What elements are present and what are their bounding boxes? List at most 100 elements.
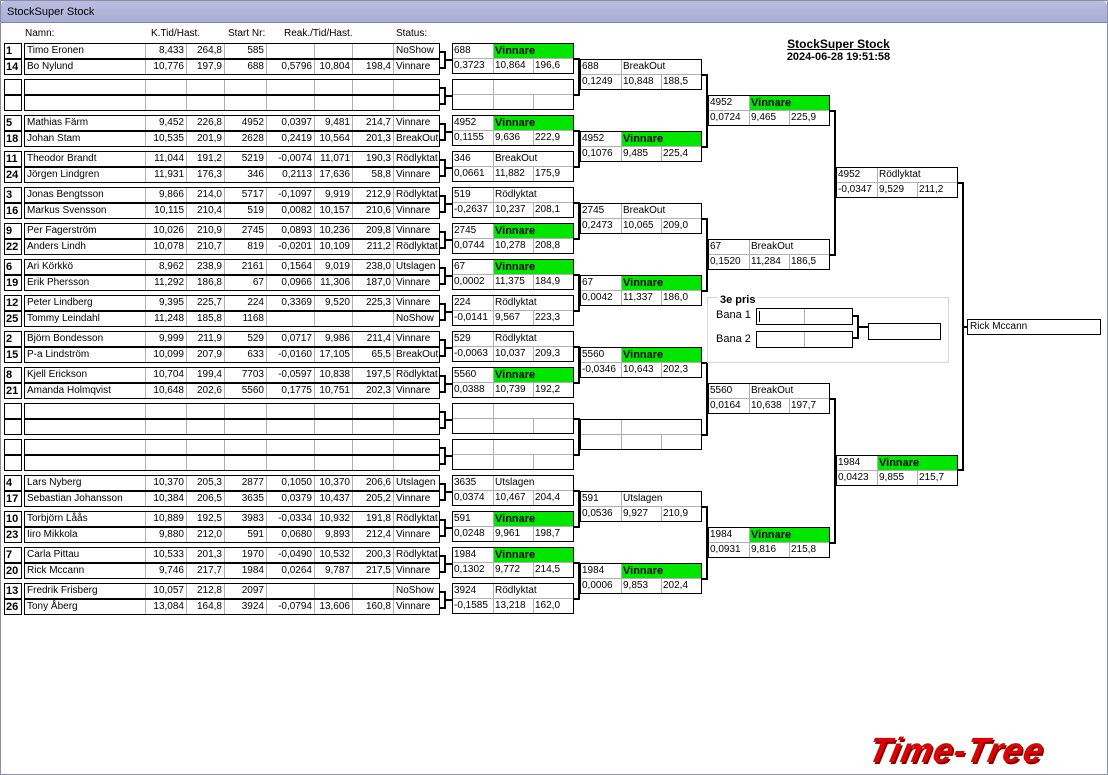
heat-status: Vinnare bbox=[621, 348, 701, 362]
entrant-row[interactable]: Iiro Mikkola 9,880 212,0 591 0,0680 9,893 212,… bbox=[24, 527, 440, 543]
seed-number: 5 bbox=[4, 115, 22, 131]
heat-result-box[interactable]: 4952 Vinnare 0,1155 9,636 222,9 bbox=[452, 115, 574, 146]
entrant-row[interactable]: Tommy Leindahl 11,248 185,8 1168 NoShow bbox=[24, 311, 440, 327]
qual-speed: 186,8 bbox=[186, 276, 224, 290]
heat-status: Utslagen bbox=[621, 492, 701, 506]
status: Vinnare bbox=[393, 60, 439, 74]
start-number: 1168 bbox=[224, 312, 266, 326]
heat-result-box[interactable]: 3924 Rödlyktat -0,1585 13,218 162,0 bbox=[452, 583, 574, 614]
qual-time: 8,433 bbox=[145, 44, 186, 58]
heat-result-box[interactable]: 2745 BreakOut 0,2473 10,065 209,0 bbox=[580, 203, 702, 234]
heat-result-box[interactable]: 2745 Vinnare 0,0744 10,278 208,8 bbox=[452, 223, 574, 254]
seed-number: 23 bbox=[4, 527, 22, 543]
speed: 210,6 bbox=[352, 204, 393, 218]
status: Vinnare bbox=[393, 564, 439, 578]
reaction-time: 0,0248 bbox=[454, 528, 485, 539]
start-number: 4952 bbox=[838, 169, 861, 180]
status bbox=[393, 404, 439, 418]
heat-result-box[interactable]: 5560 Vinnare 0,0388 10,739 192,2 bbox=[452, 367, 574, 398]
entrant-row[interactable]: Anders Lindh 10,078 210,7 819 -0,0201 10,109 2… bbox=[24, 239, 440, 255]
entrant-row[interactable]: Markus Svensson 10,115 210,4 519 0,0082 10,15… bbox=[24, 203, 440, 219]
heat-result-box[interactable] bbox=[452, 79, 574, 110]
entrant-row[interactable] bbox=[24, 95, 440, 111]
heat-result-box[interactable]: 1984 Vinnare 0,0423 9,855 215,7 bbox=[836, 455, 958, 486]
entrant-row[interactable]: Peter Lindberg 9,395 225,7 224 0,3369 9,520 22… bbox=[24, 295, 440, 311]
start-number: 5560 bbox=[224, 384, 266, 398]
heat-result-box[interactable]: 5560 BreakOut 0,0164 10,638 197,7 bbox=[708, 383, 830, 414]
heat-result-box[interactable]: 688 Vinnare 0,3723 10,864 196,6 bbox=[452, 43, 574, 74]
heat-result-box[interactable]: 346 BreakOut 0,0661 11,882 175,9 bbox=[452, 151, 574, 182]
heat-result-box[interactable]: 529 Rödlyktat -0,0063 10,037 209,3 bbox=[452, 331, 574, 362]
heat-result-box[interactable]: 1984 Vinnare 0,0931 9,816 215,8 bbox=[708, 527, 830, 558]
entrant-row[interactable]: Jonas Bengtsson 9,866 214,0 5717 -0,1097 9,91… bbox=[24, 187, 440, 203]
entrant-row[interactable]: Björn Bondesson 9,999 211,9 529 0,0717 9,986 2… bbox=[24, 331, 440, 347]
heat-result-box[interactable]: 3635 Utslagen 0,0374 10,467 204,4 bbox=[452, 475, 574, 506]
reaction-time: 0,3723 bbox=[454, 60, 485, 71]
seed-number: 12 bbox=[4, 295, 22, 311]
qual-speed bbox=[186, 404, 224, 418]
start-number: 2745 bbox=[454, 225, 477, 236]
heat-result-box[interactable]: 4952 Rödlyktat -0,0347 9,529 211,2 bbox=[836, 167, 958, 198]
qual-speed: 238,9 bbox=[186, 260, 224, 274]
heat-result-box[interactable]: 4952 Vinnare 0,1076 9,485 225,4 bbox=[580, 131, 702, 162]
entrant-row[interactable]: Johan Stam 10,535 201,9 2628 0,2419 10,564 201… bbox=[24, 131, 440, 147]
entrant-row[interactable]: Carla Pittau 10,533 201,3 1970 -0,0490 10,532… bbox=[24, 547, 440, 563]
entrant-row[interactable]: P-a Lindström 10,099 207,9 633 -0,0160 17,105… bbox=[24, 347, 440, 363]
seed-number: 3 bbox=[4, 187, 22, 203]
entrant-row[interactable]: Timo Eronen 8,433 264,8 585 NoShow bbox=[24, 43, 440, 59]
speed bbox=[533, 455, 573, 469]
heat-result-box[interactable] bbox=[580, 419, 702, 450]
entrant-row[interactable]: Rick Mccann 9,746 217,7 1984 0,0264 9,787 217,… bbox=[24, 563, 440, 579]
entrant-row[interactable]: Fredrik Frisberg 10,057 212,8 2097 NoShow bbox=[24, 583, 440, 599]
heat-result-box[interactable]: 224 Rödlyktat -0,0141 9,567 223,3 bbox=[452, 295, 574, 326]
heat-result-box[interactable]: 67 Vinnare 0,0002 11,375 184,9 bbox=[452, 259, 574, 290]
heat-result-box[interactable]: 67 Vinnare 0,0042 11,337 186,0 bbox=[580, 275, 702, 306]
reaction-time: 0,0164 bbox=[710, 400, 741, 411]
entrant-row[interactable] bbox=[24, 455, 440, 471]
reaction-time: -0,1097 bbox=[266, 188, 314, 202]
entrant-row[interactable]: Mathias Färm 9,452 226,8 4952 0,0397 9,481 214… bbox=[24, 115, 440, 131]
entrant-row[interactable]: Jörgen Lindgren 11,931 176,3 346 0,2113 17,63… bbox=[24, 167, 440, 183]
entrant-row[interactable]: Ari Körkkö 8,962 238,9 2161 0,1564 9,019 238,0… bbox=[24, 259, 440, 275]
entrant-row[interactable]: Torbjörn Låås 10,889 192,5 3983 -0,0334 10,93… bbox=[24, 511, 440, 527]
qual-time: 10,078 bbox=[145, 240, 186, 254]
entrant-row[interactable]: Tony Åberg 13,084 164,8 3924 -0,0794 13,606 16… bbox=[24, 599, 440, 615]
reaction-time: 0,1249 bbox=[582, 76, 613, 87]
start-number: 688 bbox=[582, 61, 599, 72]
heat-result-box[interactable] bbox=[452, 439, 574, 470]
heat-result-box[interactable]: 1984 Vinnare 0,0006 9,853 202,4 bbox=[580, 563, 702, 594]
entrant-row[interactable]: Sebastian Johansson 10,384 206,5 3635 0,0379… bbox=[24, 491, 440, 507]
reaction-time bbox=[453, 419, 493, 433]
entrant-row[interactable]: Erik Phersson 11,292 186,8 67 0,0966 11,306 18… bbox=[24, 275, 440, 291]
elapsed-time: 10,236 bbox=[314, 224, 352, 238]
seed-number bbox=[4, 455, 22, 471]
heat-result-box[interactable]: 591 Vinnare 0,0248 9,961 198,7 bbox=[452, 511, 574, 542]
elapsed-time bbox=[493, 419, 533, 433]
heat-result-box[interactable]: 688 BreakOut 0,1249 10,848 188,5 bbox=[580, 59, 702, 90]
heat-result-box[interactable]: 4952 Vinnare 0,0724 9,465 225,9 bbox=[708, 95, 830, 126]
elapsed-time: 17,105 bbox=[314, 348, 352, 362]
title-bar[interactable]: StockSuper Stock bbox=[1, 1, 1107, 23]
status: Vinnare bbox=[393, 492, 439, 506]
heat-result-box[interactable]: 1984 Vinnare 0,1302 9,772 214,5 bbox=[452, 547, 574, 578]
entrant-row[interactable]: Theodor Brandt 11,044 191,2 5219 -0,0074 11,0… bbox=[24, 151, 440, 167]
heat-result-box[interactable]: 591 Utslagen 0,0536 9,927 210,9 bbox=[580, 491, 702, 522]
heat-result-box[interactable]: 5560 Vinnare -0,0346 10,643 202,3 bbox=[580, 347, 702, 378]
entrant-row[interactable] bbox=[24, 403, 440, 419]
entrant-row[interactable]: Kjell Erickson 10,704 199,4 7703 -0,0597 10,8… bbox=[24, 367, 440, 383]
speed bbox=[352, 420, 393, 434]
heat-result-box[interactable]: 67 BreakOut 0,1520 11,284 186,5 bbox=[708, 239, 830, 270]
entrant-row[interactable]: Amanda Holmqvist 10,648 202,6 5560 0,1775 10,… bbox=[24, 383, 440, 399]
seed-number: 19 bbox=[4, 275, 22, 291]
entrant-row[interactable] bbox=[24, 439, 440, 455]
start-number: 819 bbox=[224, 240, 266, 254]
entrant-row[interactable]: Lars Nyberg 10,370 205,3 2877 0,1050 10,370 20… bbox=[24, 475, 440, 491]
heat-result-box[interactable] bbox=[452, 403, 574, 434]
reaction-time: 0,0661 bbox=[454, 168, 485, 179]
entrant-row[interactable] bbox=[24, 419, 440, 435]
heat-result-box[interactable]: 519 Rödlyktat -0,2637 10,237 208,1 bbox=[452, 187, 574, 218]
entrant-row[interactable]: Bo Nylund 10,776 197,9 688 0,5796 10,804 198,4… bbox=[24, 59, 440, 75]
elapsed-time: 11,284 bbox=[749, 255, 789, 269]
entrant-row[interactable] bbox=[24, 79, 440, 95]
entrant-row[interactable]: Per Fagerström 10,026 210,9 2745 0,0893 10,23… bbox=[24, 223, 440, 239]
